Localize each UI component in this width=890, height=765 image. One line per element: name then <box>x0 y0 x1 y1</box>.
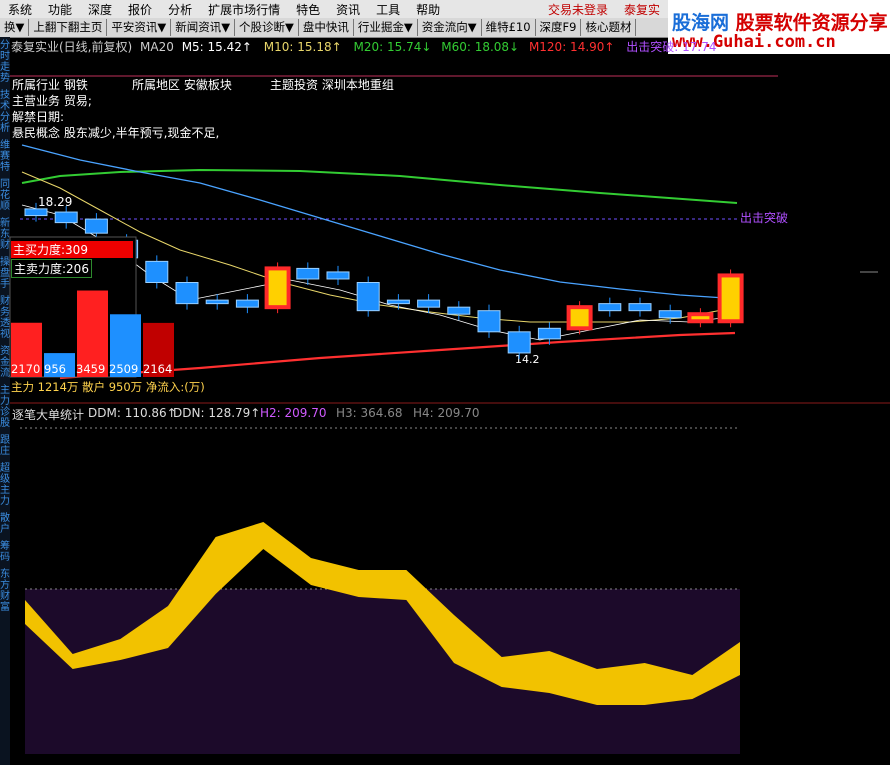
candle-down <box>447 306 471 315</box>
candle-down <box>24 208 48 217</box>
candle-up <box>717 273 744 324</box>
ma20-line <box>21 168 738 204</box>
force-v2: 956 <box>44 362 66 376</box>
candle-down <box>54 211 78 224</box>
force-v4: 2509 <box>109 362 139 376</box>
candle-down <box>537 327 561 340</box>
candle-down <box>628 303 652 312</box>
force-v5: 2164 <box>143 362 173 376</box>
candle-up <box>687 312 714 324</box>
candle-down <box>386 299 410 305</box>
candle-down <box>235 299 259 308</box>
candle-down <box>296 267 320 280</box>
force-v3: 3459 <box>76 362 106 376</box>
candle-down <box>175 282 199 305</box>
candle-down <box>84 218 108 234</box>
candle-down <box>417 299 441 308</box>
force-footer: 主力 1214万 散户 950万 净流入:(万) <box>11 380 205 394</box>
candle-down <box>356 282 380 312</box>
candle-up <box>566 305 593 331</box>
candle-down <box>326 271 350 280</box>
candle-down <box>507 331 531 354</box>
candle-down <box>145 260 169 284</box>
candle-down <box>205 299 229 305</box>
force-v1: 2170 <box>11 362 41 376</box>
candle-down <box>658 310 682 319</box>
candle-down <box>598 303 622 312</box>
buy-force-label: 主买力度:309 <box>11 241 133 258</box>
candle-up <box>264 266 291 310</box>
sell-force-label: 主卖力度:206 <box>11 259 92 278</box>
candle-down <box>477 310 501 333</box>
